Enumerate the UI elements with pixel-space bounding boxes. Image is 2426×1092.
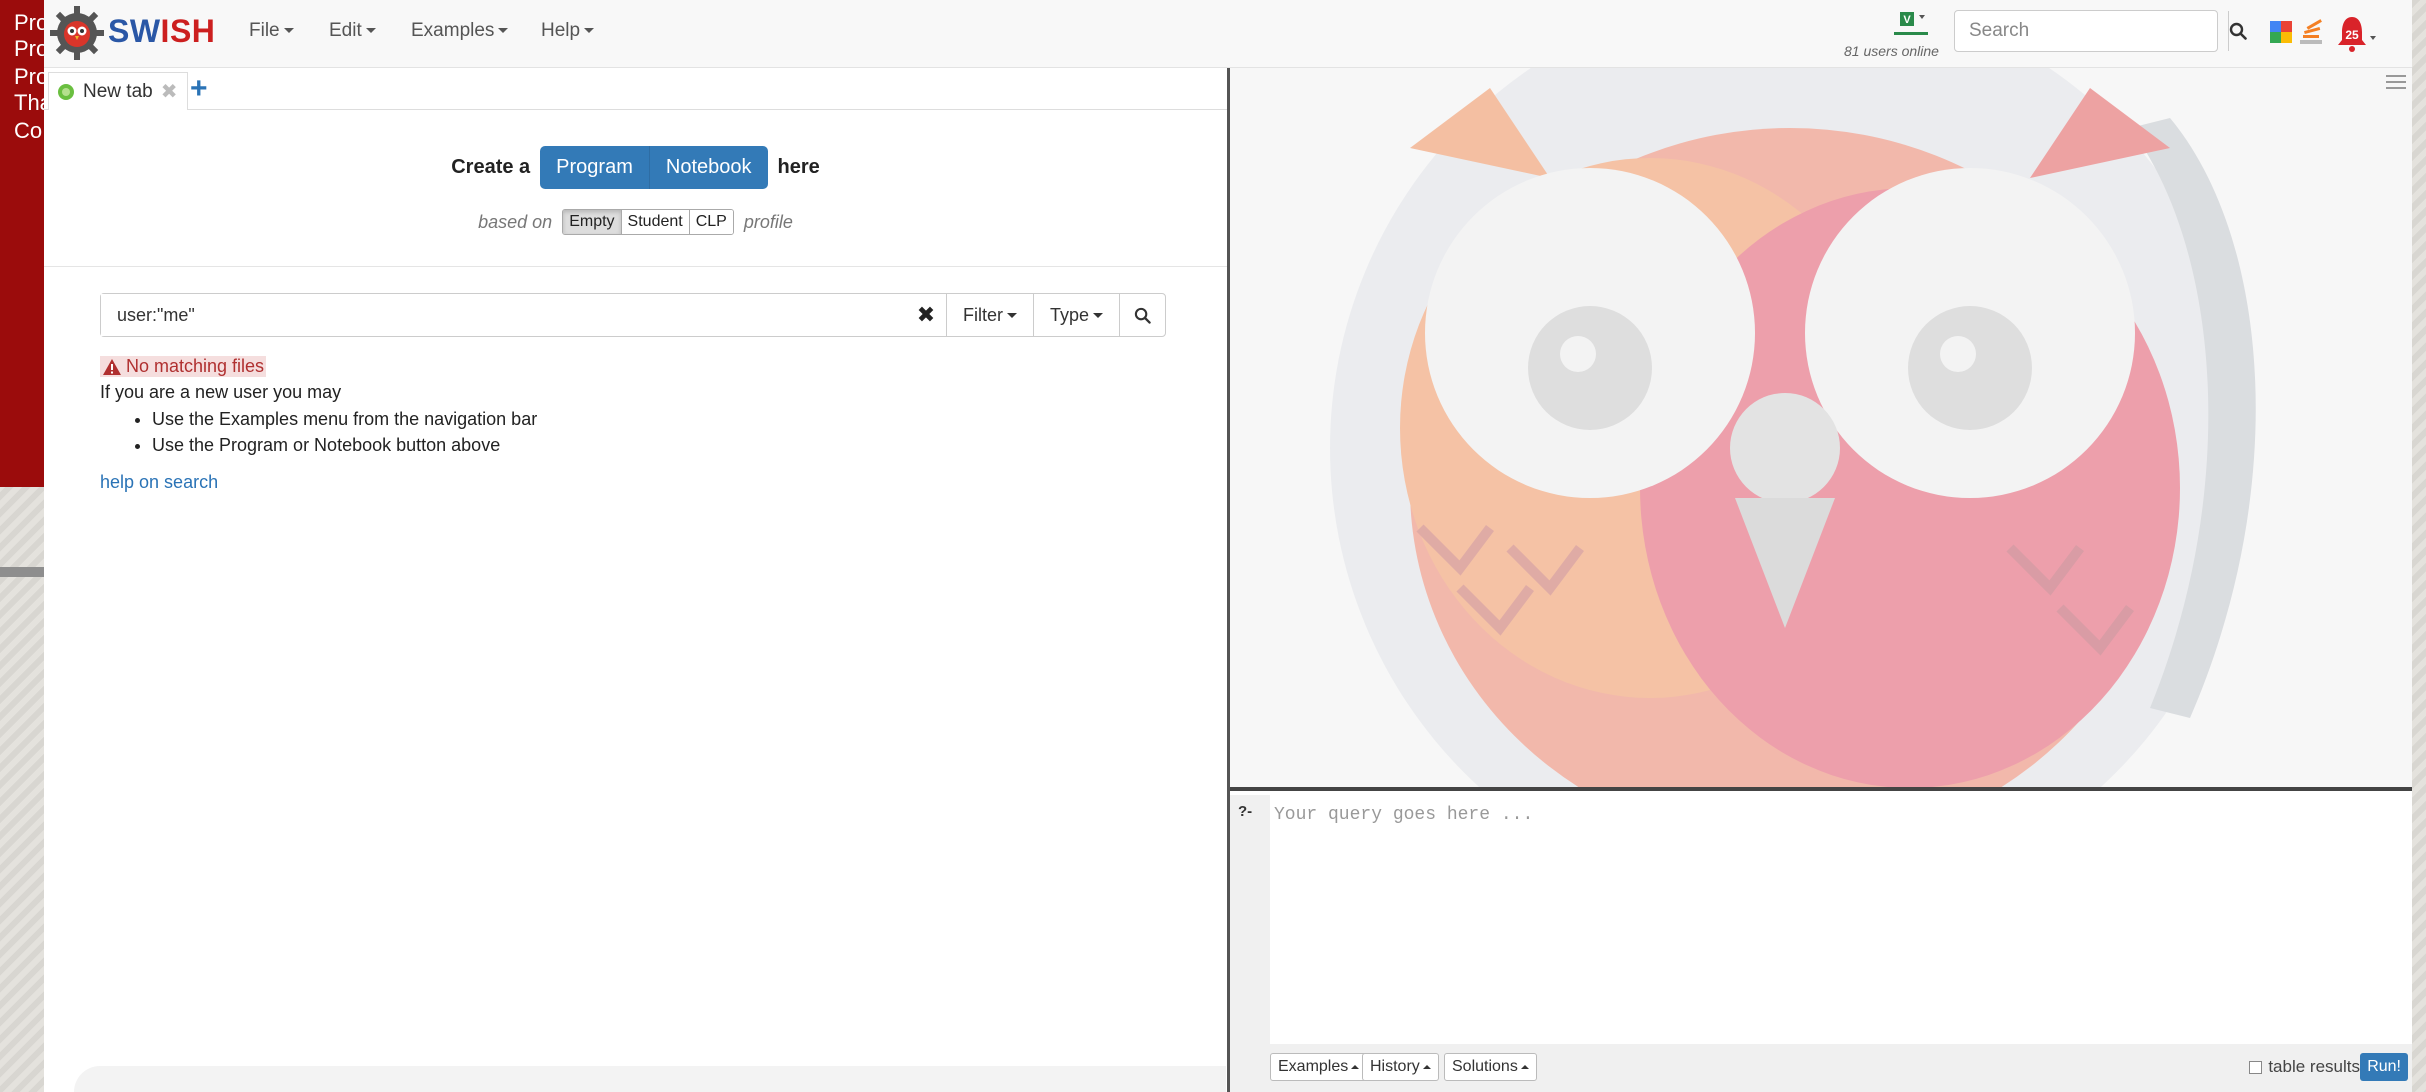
search-icon <box>1134 307 1151 324</box>
brand-prefix: SW <box>108 13 161 49</box>
background-sidebar-item: Tha <box>14 90 44 115</box>
query-history-label: History <box>1370 1058 1420 1075</box>
create-document-row: Create a Program Notebook here <box>44 146 1227 189</box>
file-search-bar: ✖ Filter Type <box>100 293 1166 337</box>
create-notebook-button[interactable]: Notebook <box>649 146 768 189</box>
caret-down-icon <box>498 28 509 34</box>
users-online-count: 81 users online <box>1844 43 1939 59</box>
caret-down-icon <box>1093 312 1103 318</box>
query-solutions-button[interactable]: Solutions <box>1444 1053 1537 1081</box>
new-user-intro: If you are a new user you may <box>100 382 342 402</box>
caret-down-icon <box>283 28 294 34</box>
swish-logo-icon[interactable] <box>48 4 106 62</box>
create-label: Create a <box>451 156 531 178</box>
menu-file-label: File <box>249 20 280 41</box>
file-search-input[interactable] <box>101 294 906 336</box>
filter-label: Filter <box>962 304 1003 325</box>
notification-bell-icon[interactable]: 25 <box>2334 14 2378 54</box>
search-icon <box>2229 22 2247 40</box>
query-examples-label: Examples <box>1278 1058 1349 1075</box>
profile-prefix: based on <box>478 211 553 232</box>
results-area <box>1230 68 2412 791</box>
close-icon[interactable]: ✖ <box>161 79 178 104</box>
file-search-button[interactable] <box>1119 294 1165 336</box>
create-suffix: here <box>777 156 820 178</box>
background-texture <box>2412 0 2426 1092</box>
brand-suffix: ISH <box>160 13 216 49</box>
background-sidebar-item: Co <box>14 118 43 143</box>
brand-title[interactable]: SWISH <box>108 13 215 50</box>
list-item: Use the Examples menu from the navigatio… <box>152 406 537 432</box>
caret-down-icon <box>365 28 376 34</box>
query-solutions-label: Solutions <box>1452 1058 1518 1075</box>
query-pane: ?- Your query goes here ... Examples His… <box>1230 68 2412 1092</box>
create-program-button[interactable]: Program <box>540 146 650 189</box>
pane-footer <box>74 1066 1226 1092</box>
type-label: Type <box>1049 304 1089 325</box>
menu-icon[interactable] <box>2386 74 2406 90</box>
social-links-icon[interactable] <box>2270 18 2326 48</box>
hint-list: Use the Examples menu from the navigatio… <box>100 406 537 458</box>
tab-label: New tab <box>83 80 153 102</box>
query-input[interactable]: Your query goes here ... <box>1270 795 2412 1044</box>
notification-count: 25 <box>2345 28 2359 42</box>
add-tab-icon[interactable]: + <box>190 74 208 104</box>
site-search <box>1954 10 2247 52</box>
background-sidebar-item: Pro <box>14 36 44 61</box>
menu-file[interactable]: File <box>249 20 294 42</box>
navbar: SWISH File Edit Examples Help V 81 users… <box>44 0 2412 68</box>
tab-new-tab[interactable]: New tab ✖ <box>48 72 189 110</box>
list-item: Use the Program or Notebook button above <box>152 432 537 458</box>
editor-pane: New tab ✖ + Create a Program Notebook he… <box>44 68 1230 1092</box>
background-sidebar-item: Pro <box>14 10 44 35</box>
profile-selector: Empty Student CLP <box>562 209 734 235</box>
swish-owl-watermark-icon <box>1330 68 2256 787</box>
search-input[interactable] <box>1955 11 2228 51</box>
caret-down-icon <box>584 28 595 34</box>
users-online-icon[interactable]: V <box>1894 10 1928 36</box>
query-editor-area: ?- Your query goes here ... Examples His… <box>1230 795 2412 1092</box>
query-prompt: ?- <box>1238 803 1253 820</box>
query-examples-button[interactable]: Examples <box>1270 1053 1368 1081</box>
run-button[interactable]: Run! <box>2360 1053 2408 1081</box>
no-match-text: No matching files <box>126 356 265 376</box>
menu-help[interactable]: Help <box>541 20 595 42</box>
background-sidebar-item: Pro <box>14 64 44 89</box>
type-dropdown[interactable]: Type <box>1032 294 1119 336</box>
caret-up-icon <box>1422 1065 1431 1069</box>
create-button-group: Program Notebook <box>540 146 768 189</box>
menu-help-label: Help <box>541 20 581 41</box>
profile-clp-button[interactable]: CLP <box>689 210 733 234</box>
menu-examples[interactable]: Examples <box>411 20 509 42</box>
table-results-label: table results <box>2268 1057 2360 1076</box>
menu-edit-label: Edit <box>329 20 362 41</box>
profile-suffix: profile <box>743 211 793 232</box>
query-history-button[interactable]: History <box>1362 1053 1439 1081</box>
profile-empty-button[interactable]: Empty <box>563 210 622 234</box>
help-on-search-link[interactable]: help on search <box>100 472 218 493</box>
filter-dropdown[interactable]: Filter <box>945 294 1033 336</box>
menu-examples-label: Examples <box>411 20 495 41</box>
menu-edit[interactable]: Edit <box>329 20 376 42</box>
query-toolbar: Examples History Solutions table results… <box>1270 1049 2412 1087</box>
background-divider <box>0 567 44 577</box>
warning-icon <box>103 358 121 375</box>
profile-student-button[interactable]: Student <box>621 210 690 234</box>
caret-up-icon <box>1351 1065 1360 1069</box>
table-results-checkbox[interactable] <box>2249 1060 2263 1074</box>
caret-up-icon <box>1520 1065 1529 1069</box>
caret-down-icon <box>1006 312 1017 318</box>
no-match-alert: No matching files <box>100 356 267 377</box>
search-button[interactable] <box>2228 11 2247 51</box>
clear-search-icon[interactable]: ✖ <box>906 294 946 336</box>
tab-bar: New tab ✖ + <box>44 68 1227 110</box>
swish-tab-icon <box>58 83 74 100</box>
divider <box>44 266 1227 267</box>
svg-text:V: V <box>1903 14 1911 26</box>
table-results-toggle[interactable]: table results <box>2249 1057 2360 1077</box>
profile-row: based on Empty Student CLP profile <box>44 209 1227 235</box>
background-sidebar: Pro Pro Pro Tha Co <box>0 0 44 487</box>
